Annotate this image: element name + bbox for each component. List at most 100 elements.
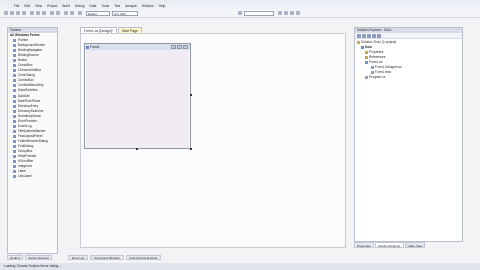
open-file-icon[interactable] bbox=[10, 11, 14, 15]
cut-icon[interactable] bbox=[30, 11, 34, 15]
datetimepicker-icon bbox=[13, 99, 16, 103]
bindingnavigator-icon bbox=[13, 49, 16, 53]
toolbox-item-label: BindingNavigator bbox=[18, 48, 43, 53]
resize-handle-corner[interactable] bbox=[190, 148, 192, 150]
properties-icon[interactable] bbox=[357, 34, 361, 38]
tree-label: Form1.Designer.cs bbox=[375, 65, 402, 69]
tab-toolbox[interactable]: Toolbox bbox=[7, 255, 24, 260]
show-all-files-icon[interactable] bbox=[362, 34, 366, 38]
toolbox-item-label: CheckedListBox bbox=[18, 68, 42, 73]
toolbox-item-label: CheckBox bbox=[18, 63, 33, 68]
checkbox-icon bbox=[13, 64, 16, 68]
status-bar: Loading 'Choose Toolbox Items' dialog... bbox=[0, 263, 480, 270]
toolbox-item-label: DomainUpDown bbox=[18, 113, 42, 118]
toolbox-item-label: DirectoryEntry bbox=[18, 103, 39, 108]
resize-handle-right[interactable] bbox=[190, 94, 192, 96]
toolbox-item-label: Pointer bbox=[18, 38, 29, 42]
toolbox-item-label: DateTimePicker bbox=[18, 98, 41, 103]
navigate-back-icon[interactable] bbox=[64, 11, 68, 15]
toolbox-item-label: Label bbox=[18, 169, 26, 174]
tab-class-view[interactable]: Class View bbox=[404, 242, 426, 248]
solution-explorer-panel: Solution Explorer - Solu... Solution 'So… bbox=[354, 27, 463, 242]
directoryentry-icon bbox=[13, 104, 16, 108]
maximize-icon bbox=[177, 45, 182, 49]
paste-icon[interactable] bbox=[42, 11, 46, 15]
tree-label: Solu bbox=[365, 45, 372, 49]
flowlayoutpanel-icon bbox=[13, 134, 16, 138]
toolbox-panel: Toolbox All Windows Forms Pointer Backgro… bbox=[7, 27, 58, 254]
tree-label: Properties bbox=[369, 50, 384, 54]
tree-label: References bbox=[369, 55, 386, 59]
tab-error-list[interactable]: Error List bbox=[68, 255, 89, 260]
undo-icon[interactable] bbox=[50, 11, 54, 15]
solution-explorer-tab-strip: Properties Solution Explorer Class View bbox=[354, 242, 480, 248]
toolbox-item-label: BindingSource bbox=[18, 53, 39, 58]
solution-configuration-select[interactable]: Debug bbox=[86, 11, 110, 16]
toolbox-item-label: ImageList bbox=[18, 164, 32, 169]
toolbox-item-label: HelpProvider bbox=[18, 154, 37, 159]
directorysearcher-icon bbox=[13, 109, 16, 113]
find-icon[interactable] bbox=[238, 11, 242, 15]
fontdialog-icon bbox=[13, 144, 16, 148]
tab-find-symbol-results[interactable]: Find Symbol Results bbox=[125, 255, 162, 260]
toolbox-item-label: GroupBox bbox=[18, 149, 33, 154]
view-code-icon[interactable] bbox=[372, 34, 376, 38]
resx-file-icon bbox=[371, 70, 374, 74]
contextmenustrip-icon bbox=[13, 84, 16, 88]
toolbox-item-label: EventLog bbox=[18, 123, 32, 128]
toolbox-item-label: BackgroundWorker bbox=[18, 43, 46, 48]
tree-label: Form1.resx bbox=[375, 70, 392, 74]
navigate-forward-icon[interactable] bbox=[70, 11, 74, 15]
linklabel-icon bbox=[13, 175, 16, 179]
toolbox-item-label: LinkLabel bbox=[18, 174, 32, 179]
groupbox-icon bbox=[13, 150, 16, 154]
toolbox-icon[interactable] bbox=[296, 11, 300, 15]
bottom-tab-strip: Error List Command Window Find Symbol Re… bbox=[68, 255, 162, 260]
tab-command-window[interactable]: Command Window bbox=[90, 255, 124, 260]
toolbox-item-label: FileSystemWatcher bbox=[18, 128, 46, 133]
toolbox-item-label: HScrollBar bbox=[18, 159, 34, 164]
colordialog-icon bbox=[13, 74, 16, 78]
toolbox-item-label: ContextMenuStrip bbox=[18, 83, 44, 88]
copy-icon[interactable] bbox=[36, 11, 40, 15]
label-icon bbox=[13, 170, 16, 174]
save-all-icon[interactable] bbox=[22, 11, 26, 15]
properties-window-icon[interactable] bbox=[284, 11, 288, 15]
button-icon bbox=[13, 59, 16, 63]
form1-caption: Form1 bbox=[90, 45, 100, 49]
object-browser-icon[interactable] bbox=[290, 11, 294, 15]
backgroundworker-icon bbox=[13, 44, 16, 48]
hscrollbar-icon bbox=[13, 160, 16, 164]
start-debugging-icon[interactable] bbox=[78, 11, 82, 15]
toolbox-item-label: ColorDialog bbox=[18, 73, 35, 78]
redo-icon[interactable] bbox=[56, 11, 60, 15]
close-icon bbox=[183, 45, 188, 49]
tree-label: Form1.cs bbox=[369, 60, 383, 64]
folderbrowserdialog-icon bbox=[13, 139, 16, 143]
save-icon[interactable] bbox=[16, 11, 20, 15]
solution-platform-select[interactable]: Any CPU bbox=[112, 11, 138, 16]
tab-solution-explorer[interactable]: Solution Explorer bbox=[374, 242, 404, 248]
toolbox-item-label: ErrorProvider bbox=[18, 118, 37, 123]
checkedlistbox-icon bbox=[13, 69, 16, 73]
combobox-icon bbox=[13, 79, 16, 83]
toolbox-item-label: DataGridView bbox=[18, 88, 38, 93]
view-designer-icon[interactable] bbox=[377, 34, 381, 38]
refresh-icon[interactable] bbox=[367, 34, 371, 38]
tree-program[interactable]: Program.cs bbox=[365, 75, 385, 80]
solution-explorer-icon[interactable] bbox=[278, 11, 282, 15]
tab-server-explorer[interactable]: Server Explorer bbox=[25, 255, 53, 260]
tree-label: Program.cs bbox=[369, 75, 386, 79]
new-project-icon[interactable] bbox=[4, 11, 8, 15]
tab-properties[interactable]: Properties bbox=[354, 242, 374, 248]
find-combo[interactable] bbox=[244, 11, 274, 16]
toolbox-item-label: FolderBrowserDialog bbox=[18, 138, 48, 143]
bindingsource-icon bbox=[13, 54, 16, 58]
form1-client-area[interactable] bbox=[86, 50, 189, 148]
errorprovider-icon bbox=[13, 119, 16, 123]
toolbox-item-linklabel[interactable]: LinkLabel bbox=[8, 174, 57, 179]
form1-window[interactable]: Form1 bbox=[84, 43, 191, 149]
resize-handle-bottom[interactable] bbox=[136, 148, 138, 150]
toolbox-item-label: DirectorySearcher bbox=[18, 108, 44, 113]
form-icon bbox=[86, 45, 89, 49]
